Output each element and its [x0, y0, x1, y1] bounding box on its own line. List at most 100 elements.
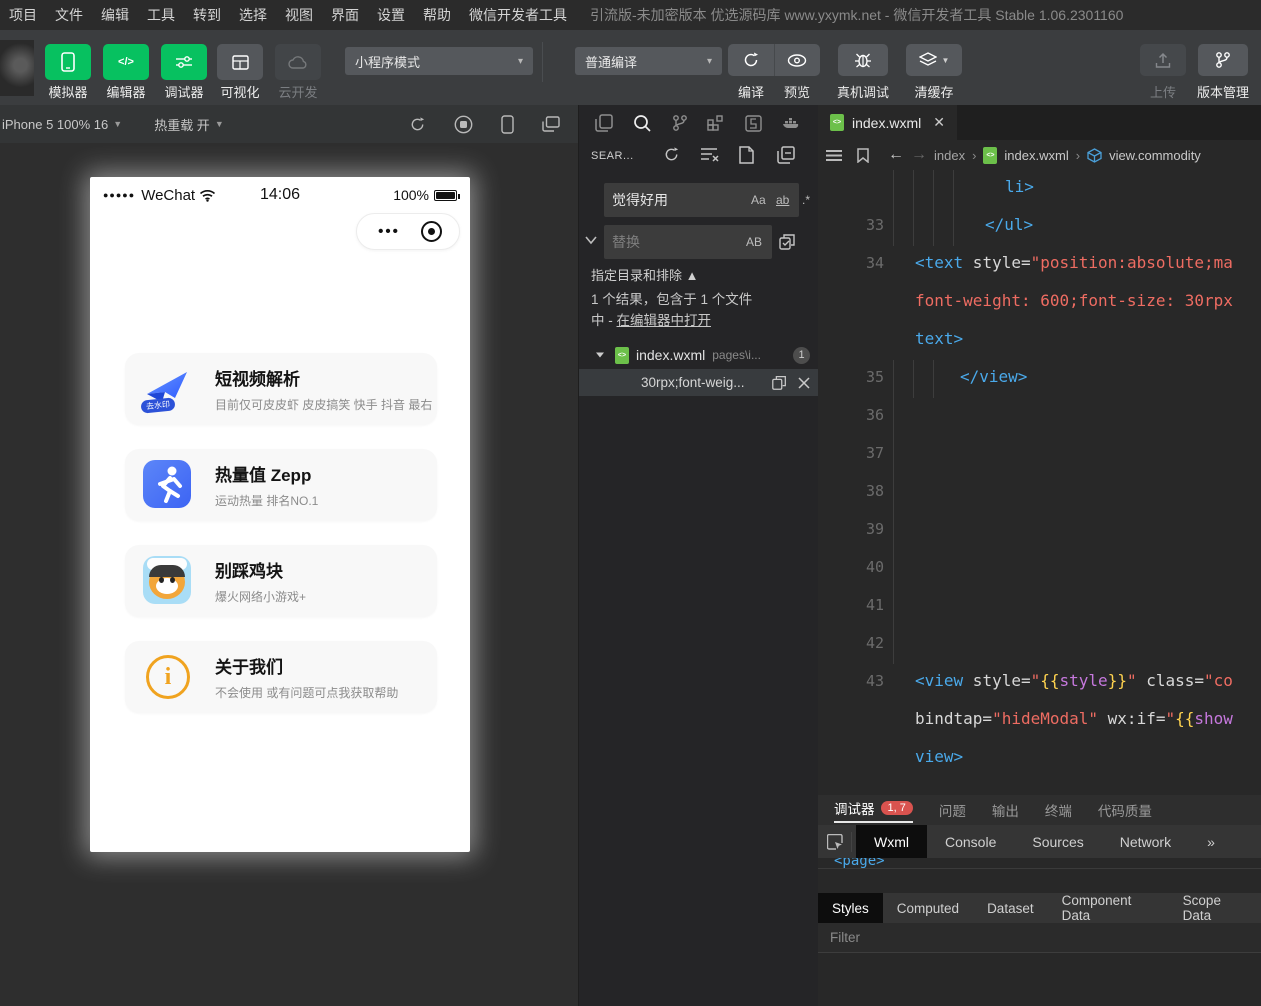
- menu-item-6[interactable]: 视图: [276, 5, 322, 25]
- open-in-editor-link[interactable]: 在编辑器中打开: [617, 313, 712, 328]
- tab-index-wxml[interactable]: <> index.wxml ✕: [818, 105, 957, 140]
- code-line[interactable]: bindtap="hideModal" wx:if="{{show: [818, 702, 1261, 740]
- tab--[interactable]: »: [1189, 825, 1233, 858]
- avatar[interactable]: [0, 40, 34, 96]
- search-input[interactable]: 觉得好用 Aa ab .*: [604, 183, 799, 217]
- menu-item-2[interactable]: 编辑: [92, 5, 138, 25]
- menu-item-4[interactable]: 转到: [184, 5, 230, 25]
- tab-代码质量[interactable]: 代码质量: [1098, 800, 1152, 820]
- back-arrow-icon[interactable]: ←: [888, 146, 904, 164]
- tab-dataset[interactable]: Dataset: [973, 893, 1048, 923]
- close-tab-icon[interactable]: ✕: [933, 114, 945, 131]
- files-icon[interactable]: [595, 114, 613, 132]
- refresh-icon[interactable]: [663, 146, 680, 163]
- code-line[interactable]: 41: [818, 588, 1261, 626]
- code-line[interactable]: 37: [818, 436, 1261, 474]
- menu-item-7[interactable]: 界面: [322, 5, 368, 25]
- docker-icon[interactable]: [782, 116, 802, 131]
- caret-down-icon[interactable]: [595, 351, 605, 359]
- exit-circle-icon[interactable]: [421, 221, 442, 242]
- compile-button[interactable]: [728, 44, 775, 76]
- more-dots-icon[interactable]: •••: [357, 223, 421, 240]
- restart-icon[interactable]: [409, 116, 426, 133]
- inspect-element-icon[interactable]: [818, 832, 852, 852]
- code-line[interactable]: font-weight: 600;font-size: 30rpx: [818, 284, 1261, 322]
- code-line[interactable]: 34<text style="position:absolute;ma: [818, 246, 1261, 284]
- regex-icon[interactable]: .*: [802, 193, 810, 207]
- remote-debug-button[interactable]: [838, 44, 888, 76]
- compile-select[interactable]: 普通编译 ▾: [575, 47, 722, 75]
- card-zepp[interactable]: 热量值 Zepp 运动热量 排名NO.1: [125, 449, 437, 521]
- tab-输出[interactable]: 输出: [992, 800, 1019, 820]
- extensions-icon[interactable]: [707, 114, 725, 132]
- card-video-parse[interactable]: 去水印 短视频解析 目前仅可皮皮虾 皮皮搞笑 快手 抖音 最右: [125, 353, 437, 425]
- code-line[interactable]: text>: [818, 322, 1261, 360]
- outline-list-icon[interactable]: [826, 149, 842, 162]
- code-line[interactable]: 33</ul>: [818, 208, 1261, 246]
- tab-computed[interactable]: Computed: [883, 893, 973, 923]
- code-line[interactable]: 42: [818, 626, 1261, 664]
- replace-input[interactable]: 替换 AB: [604, 225, 772, 259]
- code-lines[interactable]: li>33</ul>34<text style="position:absolu…: [818, 170, 1261, 795]
- mode-select[interactable]: 小程序模式 ▾: [345, 47, 533, 75]
- tab-network[interactable]: Network: [1102, 825, 1189, 858]
- visual-button[interactable]: [217, 44, 263, 80]
- stop-record-icon[interactable]: [454, 115, 473, 134]
- menu-item-8[interactable]: 设置: [368, 5, 414, 25]
- hot-reload-select[interactable]: 热重载 开 ▼: [154, 115, 224, 134]
- tab-styles[interactable]: Styles: [818, 893, 883, 923]
- card-game[interactable]: 别踩鸡块 爆火网络小游戏+: [125, 545, 437, 617]
- code-line[interactable]: li>: [818, 170, 1261, 208]
- preserve-case-icon[interactable]: AB: [746, 235, 762, 249]
- menu-item-10[interactable]: 微信开发者工具: [460, 5, 576, 25]
- tab-console[interactable]: Console: [927, 825, 1014, 858]
- card-about[interactable]: i 关于我们 不会使用 或有问题可点我获取帮助: [125, 641, 437, 713]
- tab-scope-data[interactable]: Scope Data: [1169, 893, 1261, 923]
- result-file-row[interactable]: <> index.wxml pages\i... 1: [579, 343, 818, 367]
- menu-item-3[interactable]: 工具: [138, 5, 184, 25]
- clear-results-icon[interactable]: [700, 146, 719, 163]
- tab-问题[interactable]: 问题: [939, 800, 966, 820]
- styles-filter[interactable]: Filter: [818, 923, 1261, 953]
- tab-component-data[interactable]: Component Data: [1048, 893, 1169, 923]
- code-line[interactable]: view>: [818, 740, 1261, 778]
- debugger-button[interactable]: [161, 44, 207, 80]
- menu-item-0[interactable]: 项目: [0, 5, 46, 25]
- preview-button[interactable]: [775, 44, 821, 76]
- editor-button[interactable]: </>: [103, 44, 149, 80]
- version-button[interactable]: [1198, 44, 1248, 76]
- result-match-row[interactable]: 30rpx;font-weig...: [579, 369, 818, 396]
- clear-cache-button[interactable]: ▼: [906, 44, 962, 76]
- dismiss-match-icon[interactable]: [798, 377, 810, 389]
- device-select[interactable]: iPhone 5 100% 16 ▼: [2, 117, 122, 132]
- include-exclude-toggle[interactable]: 指定目录和排除 ▲: [591, 265, 698, 284]
- code-line[interactable]: 40: [818, 550, 1261, 588]
- simulator-button[interactable]: [45, 44, 91, 80]
- tab-终端[interactable]: 终端: [1045, 800, 1072, 820]
- capsule-menu[interactable]: •••: [356, 213, 460, 250]
- breadcrumb-file[interactable]: index.wxml: [1004, 148, 1068, 163]
- menu-item-5[interactable]: 选择: [230, 5, 276, 25]
- code-line[interactable]: 36: [818, 398, 1261, 436]
- code-line[interactable]: 43<view style="{{style}}" class="co: [818, 664, 1261, 702]
- source-control-icon[interactable]: [672, 114, 688, 132]
- breadcrumb-symbol[interactable]: view.commodity: [1109, 148, 1201, 163]
- replace-all-icon[interactable]: [778, 232, 797, 251]
- breadcrumb-folder[interactable]: index: [934, 148, 965, 163]
- device-frame-icon[interactable]: [501, 115, 514, 134]
- menu-item-9[interactable]: 帮助: [414, 5, 460, 25]
- search-icon[interactable]: [633, 114, 652, 133]
- tab-wxml[interactable]: Wxml: [856, 825, 927, 858]
- collapse-all-icon[interactable]: [777, 146, 795, 164]
- open-search-editor-icon[interactable]: [739, 146, 754, 164]
- code-line[interactable]: 39: [818, 512, 1261, 550]
- bookmark-icon[interactable]: [857, 148, 869, 163]
- collapse-replace-icon[interactable]: [584, 235, 598, 245]
- tab-调试器[interactable]: 调试器1, 7: [834, 798, 913, 823]
- replace-match-icon[interactable]: [771, 374, 788, 391]
- tab-sources[interactable]: Sources: [1014, 825, 1101, 858]
- plugin-icon[interactable]: [745, 115, 762, 132]
- upload-button[interactable]: [1140, 44, 1186, 76]
- whole-word-icon[interactable]: ab: [776, 193, 789, 207]
- cloud-dev-button[interactable]: [275, 44, 321, 80]
